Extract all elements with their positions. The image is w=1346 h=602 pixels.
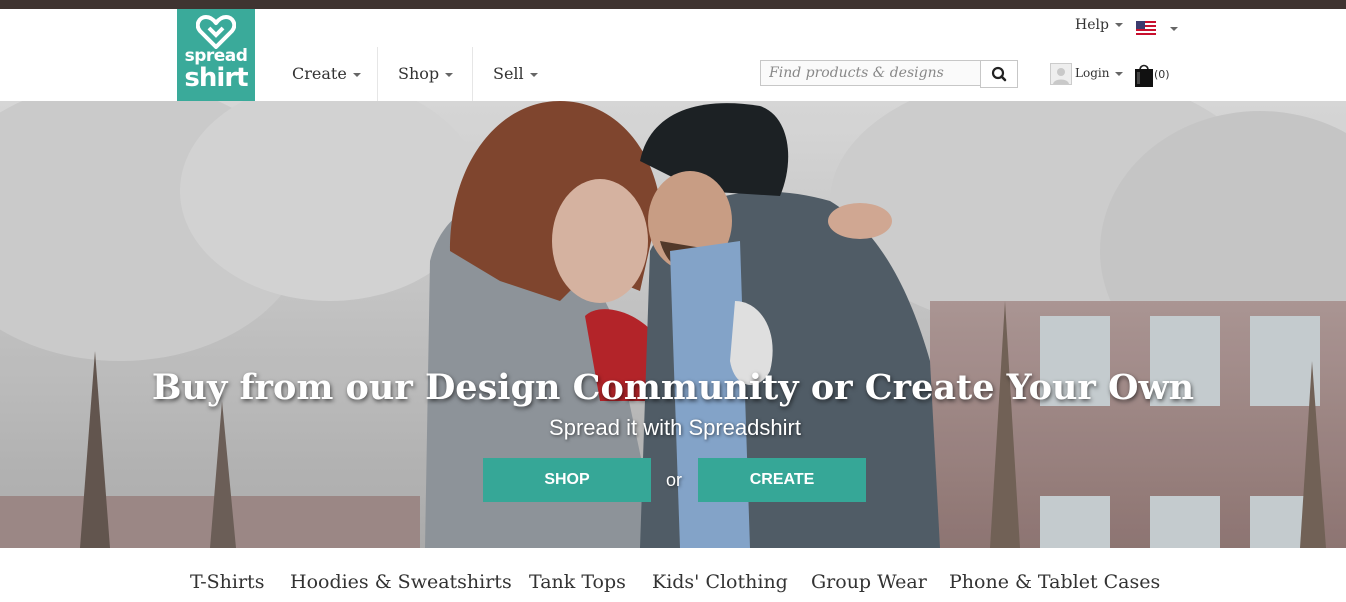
hero-banner: Buy from our Design Community or Create … (0, 101, 1346, 548)
top-accent-bar (0, 0, 1346, 9)
nav-create[interactable]: Create (292, 47, 361, 102)
heart-logo-icon (196, 15, 236, 49)
create-button[interactable]: CREATE (698, 458, 866, 502)
shopping-bag-icon[interactable] (1134, 62, 1154, 88)
user-icon (1053, 68, 1069, 84)
or-separator: or (666, 470, 683, 490)
chevron-down-icon (1114, 23, 1123, 27)
help-label: Help (1075, 17, 1109, 33)
nav-shop[interactable]: Shop (398, 47, 454, 102)
site-header: spread shirt Create Shop Sell Help Find … (0, 9, 1346, 102)
nav-sell-label: Sell (493, 64, 524, 83)
category-link-hoodies[interactable]: Hoodies & Sweatshirts (290, 571, 512, 593)
chevron-down-icon (529, 72, 538, 77)
shop-button[interactable]: SHOP (483, 458, 651, 502)
chevron-down-icon[interactable] (1170, 27, 1178, 31)
login-label: Login (1075, 66, 1110, 80)
spreadshirt-logo[interactable]: spread shirt (177, 9, 255, 101)
nav-divider (377, 47, 378, 102)
cart-count[interactable]: (0) (1154, 68, 1170, 81)
search-icon (991, 66, 1007, 82)
nav-shop-label: Shop (398, 64, 440, 83)
chevron-down-icon (352, 72, 361, 77)
nav-create-label: Create (292, 64, 347, 83)
category-link-kids-clothing[interactable]: Kids' Clothing (652, 571, 788, 593)
avatar[interactable] (1050, 63, 1072, 85)
help-menu[interactable]: Help (1075, 17, 1123, 33)
category-link-tshirts[interactable]: T-Shirts (190, 571, 264, 593)
hero-title: Buy from our Design Community or Create … (151, 367, 1195, 408)
nav-divider (472, 47, 473, 102)
category-bar: T-Shirts Hoodies & Sweatshirts Tank Tops… (0, 548, 1346, 602)
login-menu[interactable]: Login (1075, 66, 1124, 80)
hero-subtitle: Spread it with Spreadshirt (549, 415, 801, 440)
us-flag-icon[interactable] (1136, 21, 1156, 35)
chevron-down-icon (445, 72, 454, 77)
search-input[interactable] (760, 60, 980, 86)
chevron-down-icon (1115, 71, 1124, 76)
category-link-phone-cases[interactable]: Phone & Tablet Cases (949, 571, 1160, 593)
nav-sell[interactable]: Sell (493, 47, 538, 102)
search-button[interactable] (980, 60, 1018, 88)
category-link-group-wear[interactable]: Group Wear (811, 571, 927, 593)
logo-text-shirt: shirt (184, 63, 248, 93)
category-link-tank-tops[interactable]: Tank Tops (529, 571, 626, 593)
